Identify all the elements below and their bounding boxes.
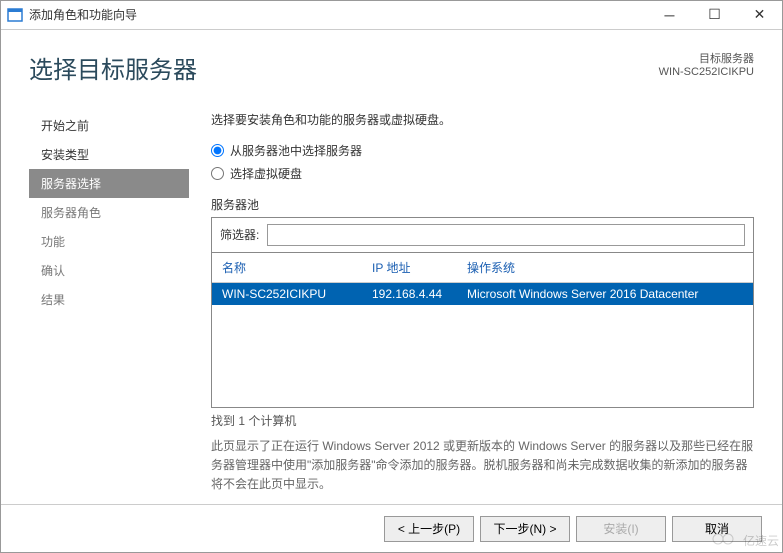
radio-server-pool-label: 从服务器池中选择服务器 bbox=[230, 142, 362, 159]
table-row[interactable]: WIN-SC252ICIKPU 192.168.4.44 Microsoft W… bbox=[212, 283, 753, 305]
instruction-text: 选择要安装角色和功能的服务器或虚拟硬盘。 bbox=[211, 111, 754, 128]
cell-os: Microsoft Windows Server 2016 Datacenter bbox=[457, 283, 753, 305]
sidebar: 开始之前 安装类型 服务器选择 服务器角色 功能 确认 结果 bbox=[29, 95, 189, 495]
filter-input[interactable] bbox=[267, 224, 745, 246]
cell-ip: 192.168.4.44 bbox=[362, 283, 457, 305]
server-pool-label: 服务器池 bbox=[211, 196, 754, 213]
page-title: 选择目标服务器 bbox=[29, 50, 659, 85]
close-button[interactable]: ✕ bbox=[737, 1, 782, 29]
filter-bar: 筛选器: bbox=[211, 217, 754, 253]
table-body: WIN-SC252ICIKPU 192.168.4.44 Microsoft W… bbox=[212, 283, 753, 407]
radio-vhd-label: 选择虚拟硬盘 bbox=[230, 165, 302, 182]
sidebar-item-server-roles[interactable]: 服务器角色 bbox=[29, 198, 189, 227]
header: 选择目标服务器 目标服务器 WIN-SC252ICIKPU bbox=[1, 30, 782, 95]
radio-vhd-input[interactable] bbox=[211, 167, 224, 180]
server-table: 名称 IP 地址 操作系统 WIN-SC252ICIKPU 192.168.4.… bbox=[211, 253, 754, 408]
sidebar-item-before-begin[interactable]: 开始之前 bbox=[29, 111, 189, 140]
main-content: 选择要安装角色和功能的服务器或虚拟硬盘。 从服务器池中选择服务器 选择虚拟硬盘 … bbox=[189, 95, 754, 495]
radio-vhd[interactable]: 选择虚拟硬盘 bbox=[211, 165, 754, 182]
install-button: 安装(I) bbox=[576, 516, 666, 542]
watermark-text: 亿速云 bbox=[743, 532, 779, 549]
sidebar-item-features[interactable]: 功能 bbox=[29, 227, 189, 256]
sidebar-item-install-type[interactable]: 安装类型 bbox=[29, 140, 189, 169]
cell-name: WIN-SC252ICIKPU bbox=[212, 283, 362, 305]
next-button[interactable]: 下一步(N) > bbox=[480, 516, 570, 542]
body: 开始之前 安装类型 服务器选择 服务器角色 功能 确认 结果 选择要安装角色和功… bbox=[1, 95, 782, 505]
titlebar-text: 添加角色和功能向导 bbox=[29, 6, 647, 23]
minimize-button[interactable]: ─ bbox=[647, 1, 692, 29]
header-target: 目标服务器 WIN-SC252ICIKPU bbox=[659, 50, 754, 78]
titlebar: 添加角色和功能向导 ─ ☐ ✕ bbox=[1, 1, 782, 30]
description-text: 此页显示了正在运行 Windows Server 2012 或更新版本的 Win… bbox=[211, 437, 754, 495]
footer: < 上一步(P) 下一步(N) > 安装(I) 取消 bbox=[1, 504, 782, 552]
found-count: 找到 1 个计算机 bbox=[211, 412, 754, 429]
filter-label: 筛选器: bbox=[220, 226, 259, 243]
prev-button[interactable]: < 上一步(P) bbox=[384, 516, 474, 542]
table-head: 名称 IP 地址 操作系统 bbox=[212, 253, 753, 283]
radio-server-pool-input[interactable] bbox=[211, 144, 224, 157]
maximize-button[interactable]: ☐ bbox=[692, 1, 737, 29]
col-header-ip[interactable]: IP 地址 bbox=[362, 253, 457, 282]
col-header-name[interactable]: 名称 bbox=[212, 253, 362, 282]
window-controls: ─ ☐ ✕ bbox=[647, 1, 782, 29]
target-label: 目标服务器 bbox=[659, 50, 754, 66]
watermark: 亿速云 bbox=[711, 532, 779, 549]
radio-server-pool[interactable]: 从服务器池中选择服务器 bbox=[211, 142, 754, 159]
app-icon bbox=[7, 7, 23, 23]
target-server: WIN-SC252ICIKPU bbox=[659, 66, 754, 78]
sidebar-item-results[interactable]: 结果 bbox=[29, 285, 189, 314]
sidebar-item-confirmation[interactable]: 确认 bbox=[29, 256, 189, 285]
col-header-os[interactable]: 操作系统 bbox=[457, 253, 753, 282]
watermark-icon bbox=[711, 532, 739, 549]
sidebar-item-server-selection[interactable]: 服务器选择 bbox=[29, 169, 189, 198]
